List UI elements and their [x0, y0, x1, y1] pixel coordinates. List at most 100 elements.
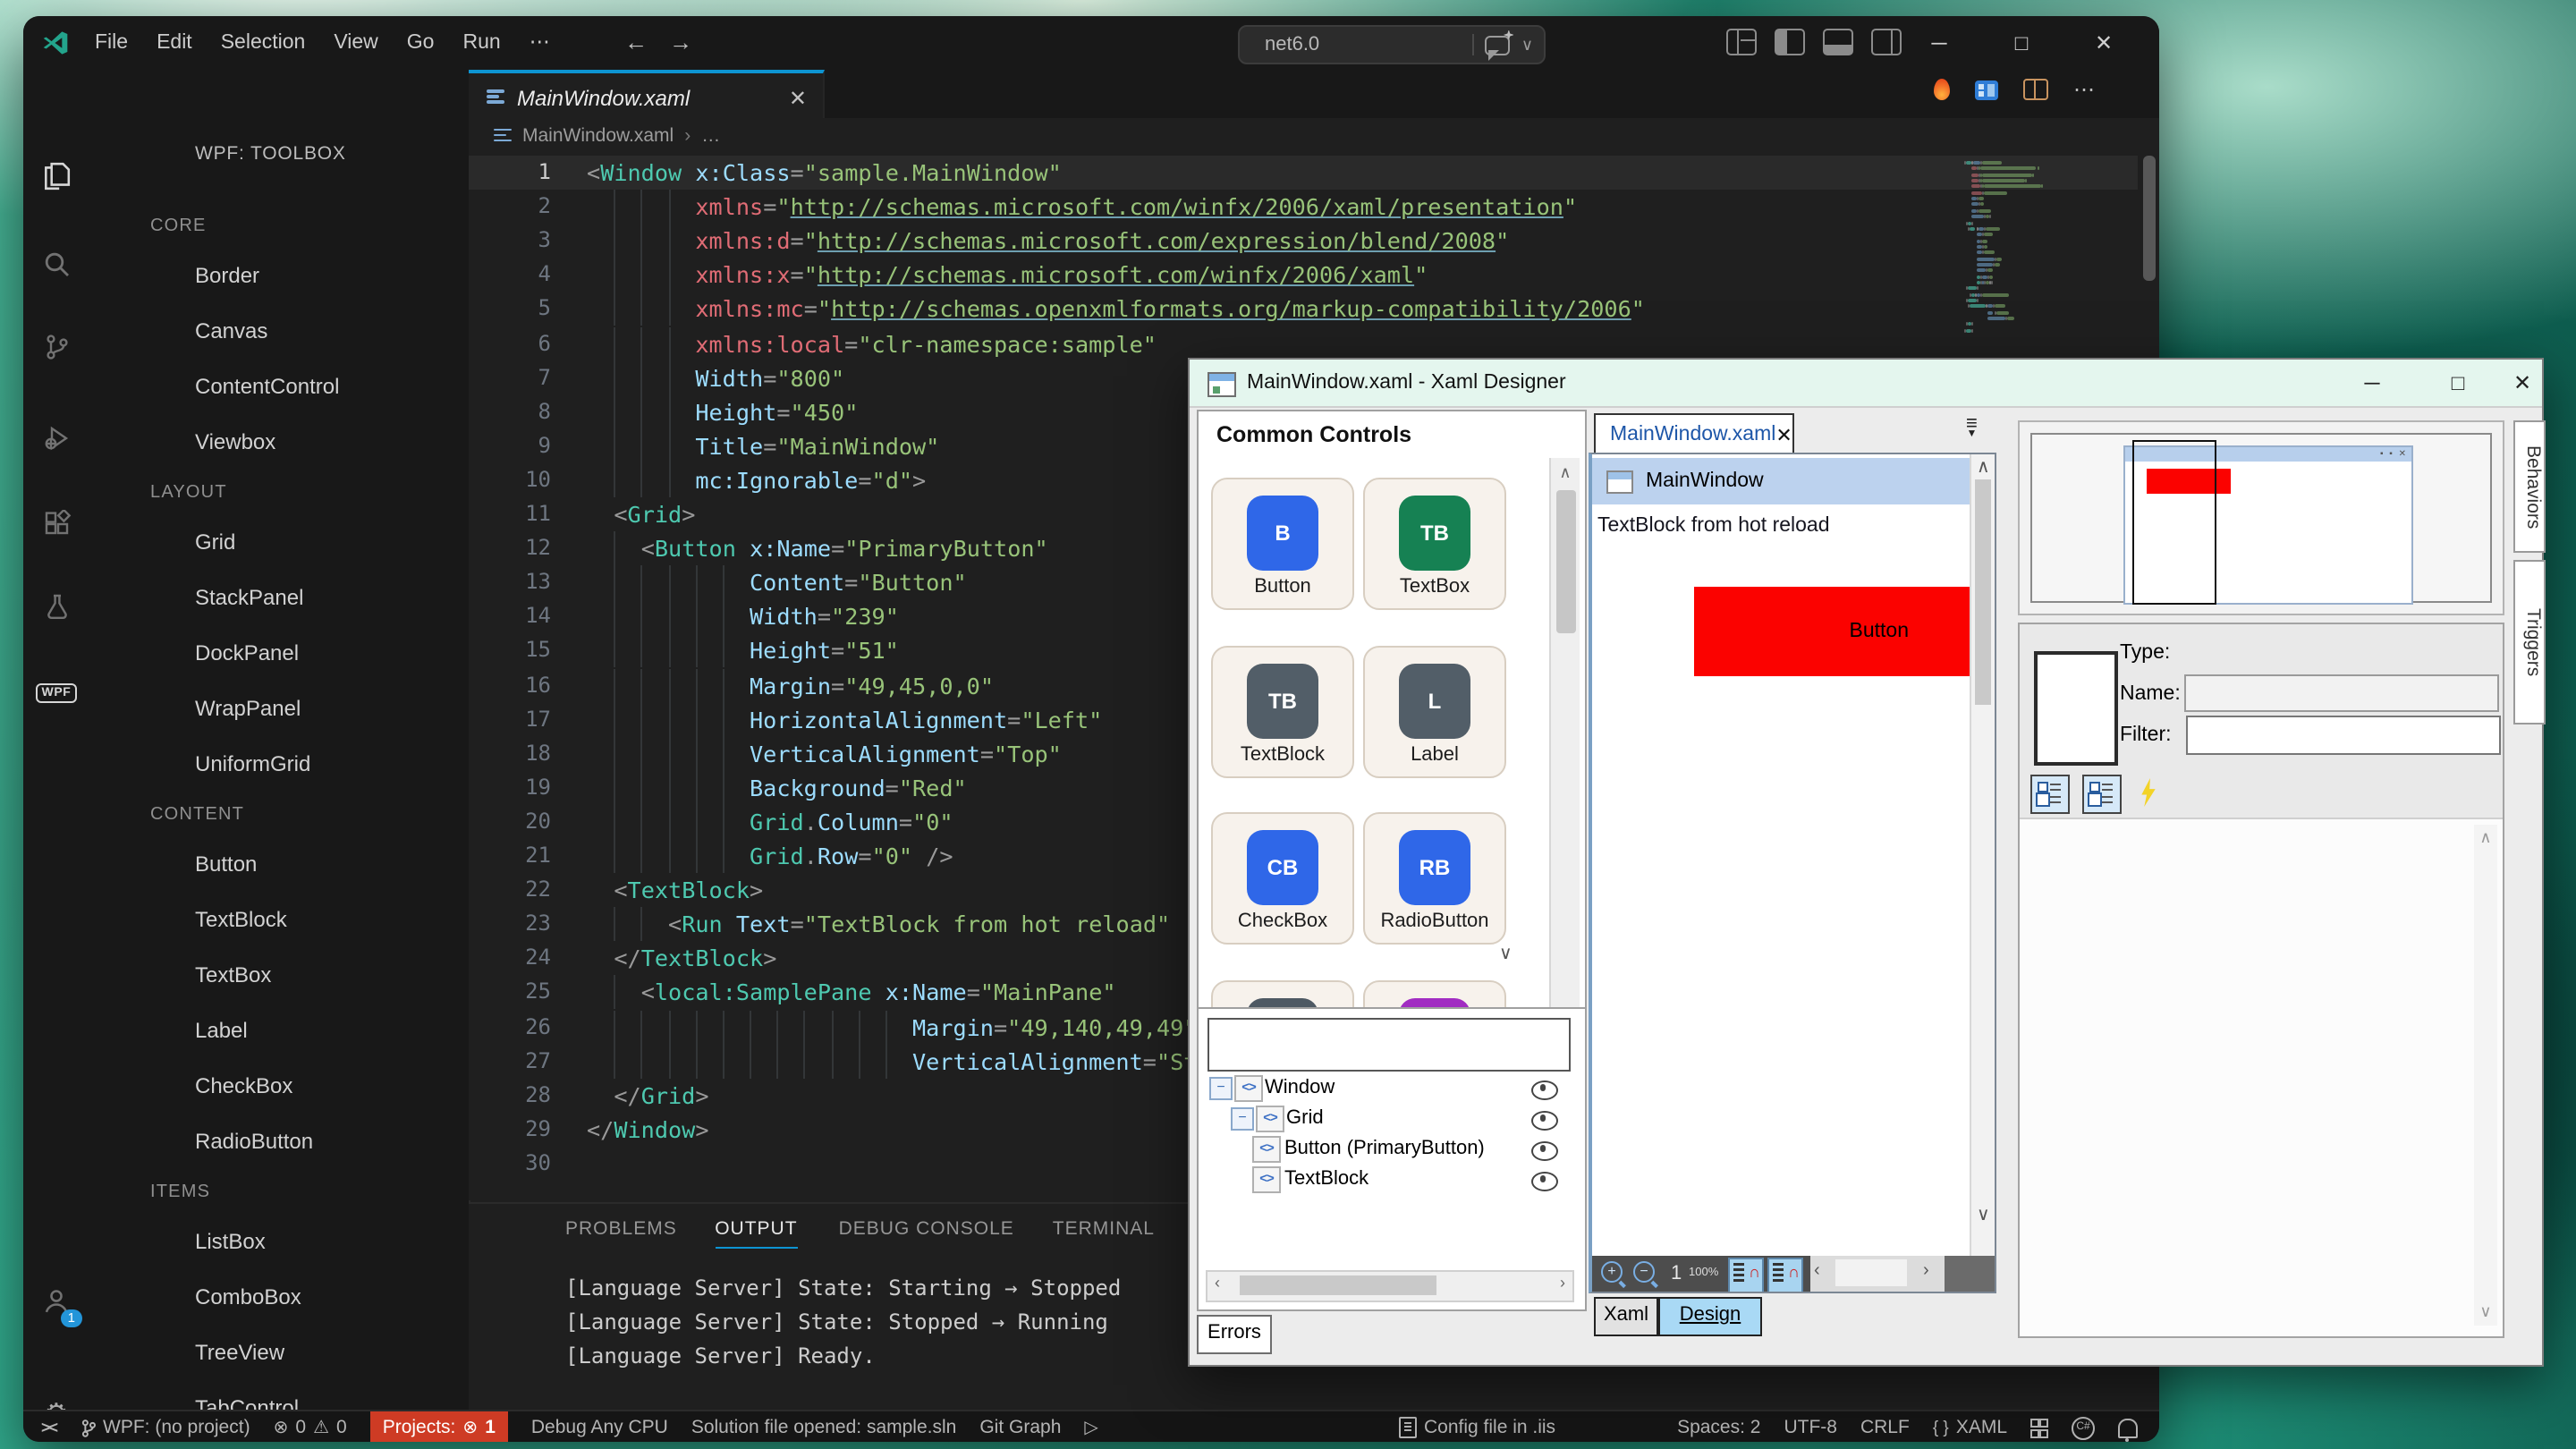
control-card-radiobutton[interactable]: RBRadioButton — [1363, 812, 1506, 945]
toolbox-item-checkbox[interactable]: CheckBox — [195, 1073, 292, 1098]
menu-view[interactable]: View — [319, 16, 392, 70]
status-git-graph[interactable]: Git Graph — [979, 1417, 1061, 1438]
triggers-tab[interactable]: Triggers — [2513, 560, 2546, 724]
status-language[interactable]: { }XAML — [1933, 1417, 2007, 1438]
status-remote[interactable]: >< — [41, 1419, 56, 1436]
scroll-up-icon[interactable]: ∧ — [1977, 458, 1990, 478]
activity-item-explorer[interactable] — [23, 148, 89, 202]
behaviors-tab[interactable]: Behaviors — [2513, 420, 2546, 553]
designer-close-button[interactable]: ✕ — [2496, 360, 2549, 406]
errors-button[interactable]: Errors — [1197, 1315, 1272, 1354]
scroll-left-icon[interactable]: ‹ — [1215, 1274, 1220, 1292]
toolbox-item-wrappanel[interactable]: WrapPanel — [195, 696, 301, 721]
status-bell[interactable] — [2118, 1418, 2138, 1437]
scroll-right-icon[interactable]: › — [1923, 1261, 1929, 1281]
scroll-right-icon[interactable]: › — [1560, 1274, 1565, 1292]
split-editor-icon[interactable] — [2023, 79, 2048, 100]
toolbox-item-dockpanel[interactable]: DockPanel — [195, 640, 299, 665]
toolbox-item-uniformgrid[interactable]: UniformGrid — [195, 751, 310, 776]
toolbox-item-viewbox[interactable]: Viewbox — [195, 429, 275, 454]
toggle-sidebar-icon[interactable] — [1775, 29, 1805, 55]
menu-run[interactable]: Run — [448, 16, 514, 70]
activity-item-accounts[interactable]: 1 — [23, 1274, 89, 1327]
hot-reload-flame-icon[interactable] — [1934, 79, 1950, 100]
customize-layout-icon[interactable] — [1726, 29, 1757, 55]
status-config[interactable]: Config file in .iis — [1399, 1417, 1555, 1438]
status-projects[interactable]: Projects:⊗1 — [370, 1411, 508, 1442]
toggle-panel-icon[interactable] — [1823, 29, 1853, 55]
tab-mainwindow-xaml[interactable]: MainWindow.xaml ✕ — [469, 70, 825, 122]
inspector-scrollbar[interactable]: ∧ ∨ — [2474, 825, 2497, 1326]
design-surface[interactable]: MainWindow TextBlock from hot reload But… — [1589, 453, 1996, 1293]
outline-node-textblock[interactable]: <>TextBlock — [1199, 1165, 1585, 1195]
panel-tab-problems[interactable]: PROBLEMS — [565, 1218, 677, 1240]
toolbox-item-grid[interactable]: Grid — [195, 530, 235, 555]
toolbox-item-border[interactable]: Border — [195, 263, 259, 288]
snap-grid-icon[interactable] — [1728, 1258, 1764, 1293]
visibility-eye-icon[interactable] — [1531, 1172, 1558, 1191]
activity-item-run-debug[interactable] — [23, 411, 89, 465]
control-card-checkbox[interactable]: CBCheckBox — [1211, 812, 1354, 945]
designer-maximize-button[interactable]: □ — [2431, 360, 2485, 406]
panel-tab-debug-console[interactable]: DEBUG CONSOLE — [839, 1218, 1014, 1240]
status-spaces[interactable]: Spaces: 2 — [1677, 1417, 1760, 1438]
breadcrumb-more[interactable]: … — [701, 125, 720, 147]
scroll-down-icon[interactable]: ∨ — [1977, 1206, 1990, 1225]
menu-selection[interactable]: Selection — [207, 16, 320, 70]
panel-tab-output[interactable]: OUTPUT — [715, 1218, 797, 1249]
filter-input[interactable] — [2186, 716, 2501, 755]
designer-title-bar[interactable]: MainWindow.xaml - Xaml Designer ─ □ ✕ — [1190, 360, 2542, 408]
visibility-eye-icon[interactable] — [1531, 1141, 1558, 1161]
status-encoding[interactable]: UTF-8 — [1784, 1417, 1837, 1438]
control-card-label[interactable]: LLabel — [1363, 646, 1506, 778]
panel-tab-terminal[interactable]: TERMINAL — [1053, 1218, 1155, 1240]
toolbox-item-button[interactable]: Button — [195, 852, 257, 877]
toolbox-item-listbox[interactable]: ListBox — [195, 1229, 266, 1254]
designer-minimize-button[interactable]: ─ — [2345, 360, 2399, 406]
maximize-button[interactable]: □ — [1980, 16, 2063, 70]
categorized-view-icon[interactable] — [2030, 775, 2070, 814]
status-branch[interactable]: WPF: (no project) — [80, 1417, 250, 1438]
scroll-up-icon[interactable]: ∧ — [1551, 463, 1580, 483]
toolbox-item-contentcontrol[interactable]: ContentControl — [195, 374, 339, 399]
status-extensions-status[interactable] — [2030, 1419, 2048, 1436]
preview-tab[interactable]: MainWindow.xaml ✕ — [1594, 413, 1794, 456]
toolbox-item-textbox[interactable]: TextBox — [195, 962, 271, 987]
toolbox-item-radiobutton[interactable]: RadioButton — [195, 1129, 313, 1154]
chevron-down-icon[interactable]: ∨ — [1521, 35, 1533, 55]
forward-arrow-icon[interactable]: → — [669, 29, 692, 55]
expander-icon[interactable]: − — [1209, 1077, 1233, 1100]
scroll-up-icon[interactable]: ∧ — [2474, 828, 2497, 848]
outline-node-grid[interactable]: −<>Grid — [1199, 1104, 1585, 1134]
zoom-in-icon[interactable]: + — [1601, 1261, 1623, 1283]
snap-lines-icon[interactable] — [1767, 1258, 1803, 1293]
toolbox-item-textblock[interactable]: TextBlock — [195, 907, 287, 932]
toolbox-item-label[interactable]: Label — [195, 1018, 248, 1043]
status-problems[interactable]: ⊗0⚠0 — [274, 1417, 347, 1438]
menu-go[interactable]: Go — [393, 16, 449, 70]
activity-item-testing[interactable] — [23, 580, 89, 633]
activity-item-search[interactable] — [23, 238, 89, 292]
expander-icon[interactable]: − — [1231, 1107, 1254, 1131]
command-center[interactable]: net6.0 ∨ — [1238, 25, 1546, 64]
breadcrumb-file[interactable]: MainWindow.xaml — [522, 125, 674, 147]
toggle-secondary-sidebar-icon[interactable] — [1871, 29, 1902, 55]
activity-item-extensions[interactable] — [23, 497, 89, 551]
back-arrow-icon[interactable]: ← — [624, 29, 648, 55]
toolbox-item-combobox[interactable]: ComboBox — [195, 1284, 301, 1309]
status-csharp[interactable]: C# — [2072, 1416, 2095, 1439]
status-debug-config[interactable]: Debug Any CPU — [531, 1417, 668, 1438]
scroll-down-icon[interactable]: ∨ — [1499, 945, 1513, 964]
control-card-textbox[interactable]: TBTextBox — [1363, 478, 1506, 610]
status-solution[interactable]: Solution file opened: sample.sln — [691, 1417, 957, 1438]
zoom-out-icon[interactable]: − — [1633, 1261, 1655, 1283]
menu-overflow-icon[interactable]: ⋯ — [515, 16, 564, 70]
copilot-chat-icon[interactable] — [1486, 35, 1511, 55]
tab-close-icon[interactable]: ✕ — [789, 85, 807, 110]
control-card-textblock[interactable]: TBTextBlock — [1211, 646, 1354, 778]
design-view-tab[interactable]: Design — [1658, 1297, 1762, 1336]
hscroll-thumb[interactable] — [1835, 1259, 1907, 1286]
tab-list-menu-icon[interactable]: ≡▼ — [1966, 419, 1978, 440]
outline-hscrollbar[interactable]: ‹ › — [1206, 1270, 1574, 1302]
activity-item-source-control[interactable] — [23, 320, 89, 374]
